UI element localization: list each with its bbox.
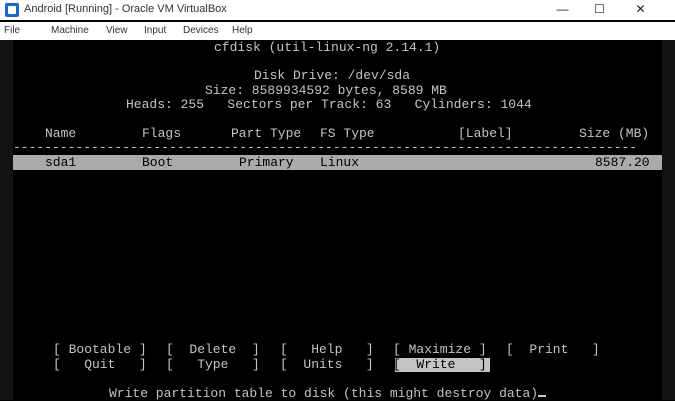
col-part-type-header: Part Type [231,126,302,141]
col-name-header: Name [45,126,77,141]
write-button[interactable]: [ Write ] [393,358,487,372]
units-button[interactable]: [ Units ] [280,358,374,372]
menu-help[interactable]: Help [232,25,253,36]
help-button[interactable]: [ Help ] [280,343,374,357]
status-text: Write partition table to disk (this migh… [109,386,539,401]
col-size-header: Size (MB) [579,126,650,141]
cfdisk-header: cfdisk (util-linux-ng 2.14.1) [214,40,441,55]
col-label-header: [Label] [458,126,513,141]
maximize-button[interactable]: ☐ [577,0,622,20]
print-button[interactable]: [ Print ] [506,343,600,357]
menu-input[interactable]: Input [144,25,166,36]
disk-geometry-line: Heads: 255 Sectors per Track: 63 Cylinde… [126,97,532,112]
type-button[interactable]: [ Type ] [166,358,260,372]
menu-devices[interactable]: Devices [183,25,219,36]
text-cursor [538,395,547,397]
partition-name: sda1 [45,155,77,170]
bootable-button[interactable]: [ Bootable ] [53,343,147,357]
delete-button[interactable]: [ Delete ] [166,343,260,357]
col-flags-header: Flags [142,126,182,141]
disk-size-line: Size: 8589934592 bytes, 8589 MB [205,83,447,98]
col-fs-type-header: FS Type [320,126,375,141]
menu-view[interactable]: View [106,25,128,36]
window-titlebar: Android [Running] - Oracle VM VirtualBox… [0,0,675,20]
status-line: Write partition table to disk (this migh… [109,386,547,401]
quit-button[interactable]: [ Quit ] [53,358,147,372]
disk-drive-line: Disk Drive: /dev/sda [254,68,411,83]
partition-fs-type: Linux [320,155,360,170]
partition-part-type: Primary [239,155,294,170]
partition-flags: Boot [142,155,174,170]
menu-machine[interactable]: Machine [51,25,89,36]
partition-size: 8587.20 [595,155,650,170]
header-separator: ----------------------------------------… [13,141,638,155]
menu-file[interactable]: File [4,25,20,36]
window-title: Android [Running] - Oracle VM VirtualBox [24,3,227,15]
menu-bar: File Machine View Input Devices Help [0,22,675,40]
maximize-partition-button[interactable]: [ Maximize ] [393,343,487,357]
close-button[interactable]: ✕ [618,0,663,20]
virtualbox-icon [5,3,19,17]
